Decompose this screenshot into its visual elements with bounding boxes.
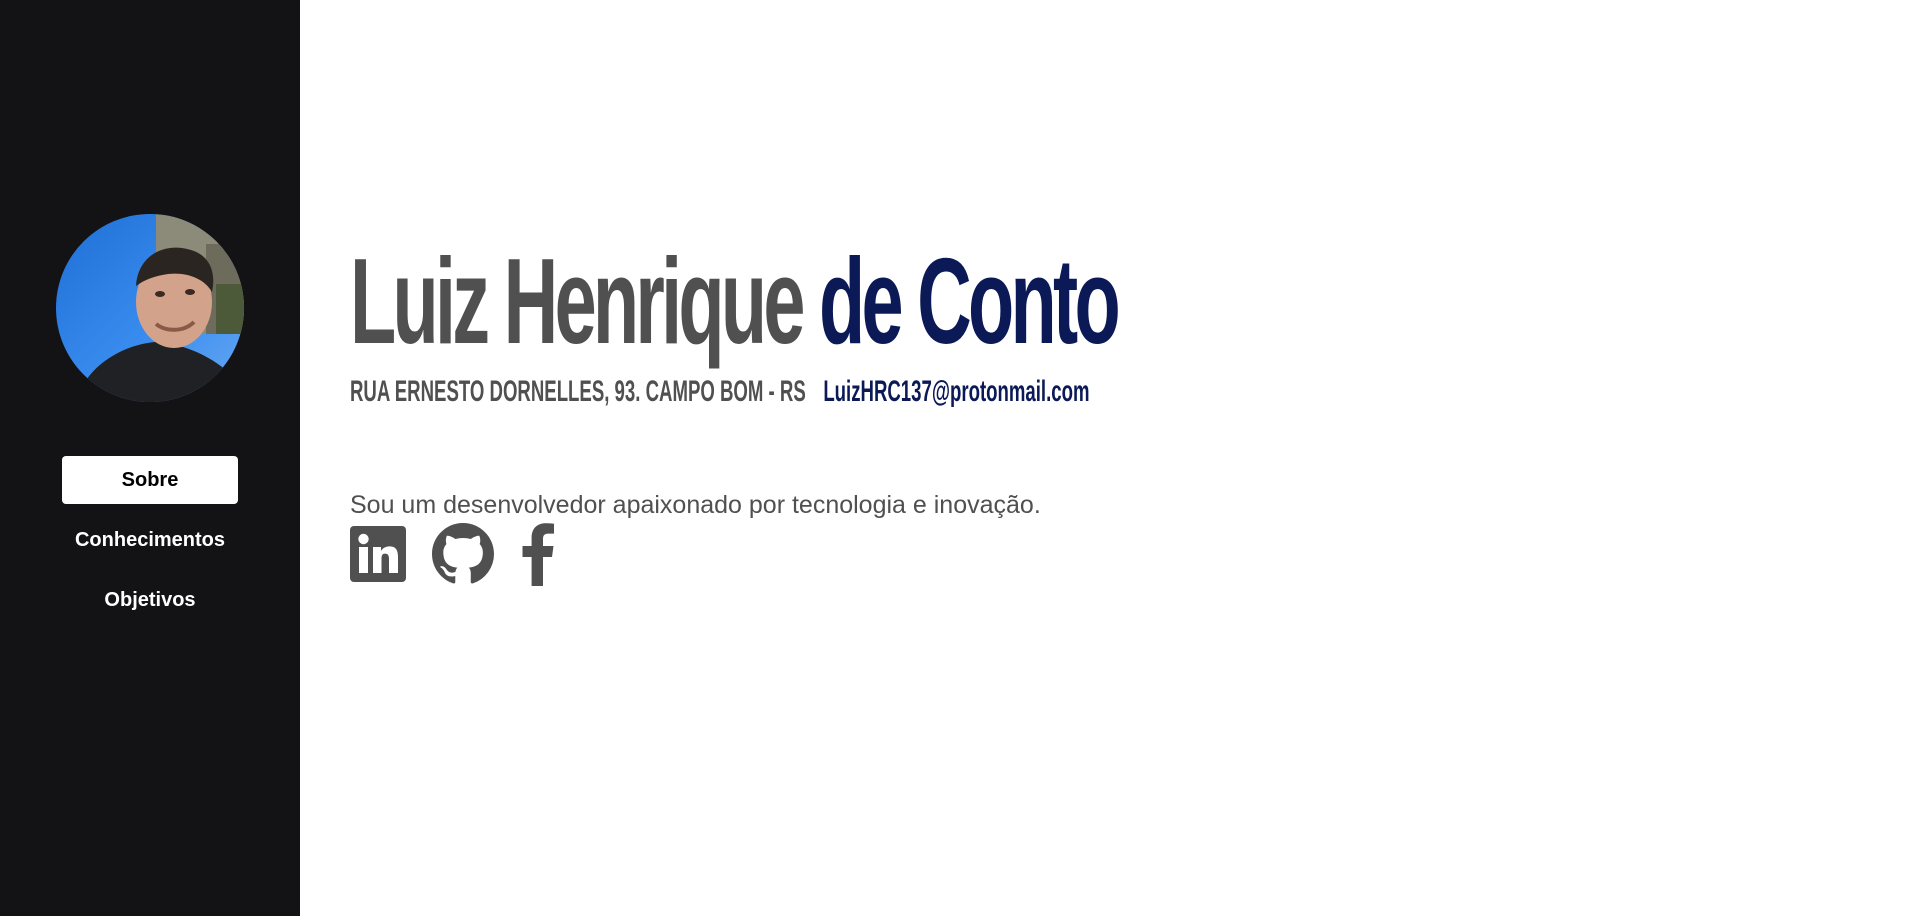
sidebar: Sobre Conhecimentos Objetivos bbox=[0, 0, 300, 916]
contact-line: RUA ERNESTO DORNELLES, 93. CAMPO BOM - R… bbox=[350, 374, 1089, 410]
nav-item-objetivos[interactable]: Objetivos bbox=[62, 576, 238, 624]
nav-item-sobre[interactable]: Sobre bbox=[62, 456, 238, 504]
nav-item-conhecimentos[interactable]: Conhecimentos bbox=[62, 516, 238, 564]
linkedin-icon bbox=[350, 526, 406, 582]
sidebar-nav: Sobre Conhecimentos Objetivos bbox=[0, 456, 300, 624]
address-text: RUA ERNESTO DORNELLES, 93. CAMPO BOM - R… bbox=[350, 375, 806, 408]
last-name: de Conto bbox=[819, 233, 1121, 369]
email-link[interactable]: LuizHRC137@protonmail.com bbox=[823, 375, 1089, 408]
social-links bbox=[350, 522, 582, 586]
main-content: Luiz Henrique de Conto RUA ERNESTO DORNE… bbox=[350, 0, 1870, 916]
facebook-icon bbox=[522, 523, 554, 586]
facebook-link[interactable] bbox=[520, 522, 556, 586]
linkedin-link[interactable] bbox=[350, 526, 406, 582]
avatar-photo bbox=[56, 214, 244, 402]
github-icon bbox=[432, 523, 494, 584]
first-name: Luiz Henrique bbox=[350, 233, 805, 369]
bio-text: Sou um desenvolvedor apaixonado por tecn… bbox=[350, 491, 1041, 519]
github-link[interactable] bbox=[432, 523, 494, 585]
page-title: Luiz Henrique de Conto bbox=[350, 233, 1121, 369]
avatar bbox=[56, 214, 244, 402]
